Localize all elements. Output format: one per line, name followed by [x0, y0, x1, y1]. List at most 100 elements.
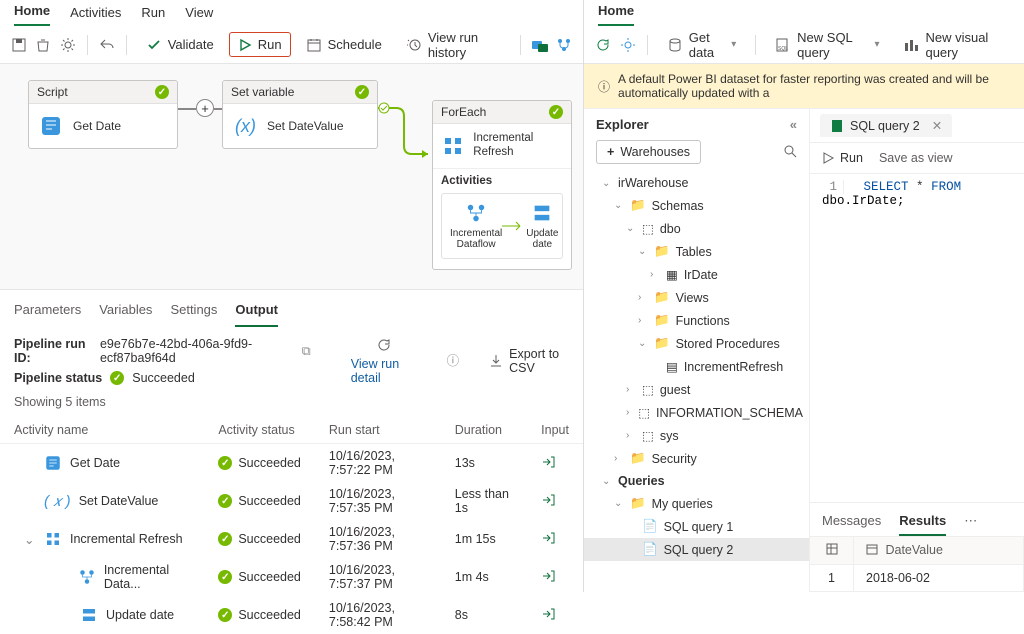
col-run-start[interactable]: Run start: [315, 417, 441, 444]
check-icon: [549, 105, 563, 119]
tab-activities[interactable]: Activities: [70, 1, 121, 26]
close-icon[interactable]: ✕: [932, 118, 942, 133]
left-tabs: Home Activities Run View: [0, 0, 583, 26]
status-label: Pipeline status: [14, 371, 102, 385]
tree-sprocs[interactable]: ⌄📁 Stored Procedures: [584, 332, 809, 355]
tree-views[interactable]: ›📁 Views: [584, 286, 809, 309]
node-setvariable[interactable]: Set variable (x) Set DateValue: [222, 80, 378, 149]
view-run-detail-link[interactable]: View run detail: [351, 357, 417, 385]
tree-functions[interactable]: ›📁 Functions: [584, 309, 809, 332]
undo-icon[interactable]: [98, 34, 116, 56]
node-foreach-body: Incremental Refresh: [473, 132, 563, 160]
tree-irdate[interactable]: ›▦ IrDate: [584, 263, 809, 286]
schedule-button[interactable]: Schedule: [297, 32, 391, 58]
tab-variables[interactable]: Variables: [99, 298, 152, 327]
node-script[interactable]: Script Get Date: [28, 80, 178, 149]
more-icon[interactable]: ⋯: [964, 507, 977, 536]
tree-infoschema[interactable]: ›⬚ INFORMATION_SCHEMA: [584, 401, 809, 424]
refresh-icon[interactable]: [594, 34, 612, 56]
svg-text:SQL: SQL: [778, 46, 788, 52]
status-value: Succeeded: [132, 371, 195, 385]
search-icon[interactable]: [783, 144, 797, 161]
sql-run-button[interactable]: Run: [822, 151, 863, 165]
run-button[interactable]: Run: [229, 32, 291, 57]
node-setvar-title: Set variable: [231, 85, 294, 99]
run-id-value: e9e76b7e-42bd-406a-9fd9-ecf87ba9f64d: [100, 337, 294, 365]
validate-button[interactable]: Validate: [137, 32, 223, 58]
table-row[interactable]: Get DateSucceeded10/16/2023, 7:57:22 PM1…: [0, 444, 583, 483]
tree-warehouse[interactable]: ⌄irWarehouse: [584, 172, 809, 194]
tab-messages[interactable]: Messages: [822, 507, 881, 536]
tree-tables[interactable]: ⌄📁 Tables: [584, 240, 809, 263]
col-duration[interactable]: Duration: [441, 417, 527, 444]
tab-results[interactable]: Results: [899, 507, 946, 536]
branch-icon[interactable]: [555, 34, 573, 56]
save-as-view-link[interactable]: Save as view: [879, 151, 953, 165]
pipeline-canvas[interactable]: Script Get Date + Set variable (x) Set D…: [0, 64, 583, 289]
left-toolbar: Validate Run Schedule View run history: [0, 26, 583, 64]
tab-view[interactable]: View: [185, 1, 213, 26]
history-button[interactable]: View run history: [397, 25, 510, 65]
svg-text:(x): (x): [235, 116, 256, 136]
new-sql-query-button[interactable]: SQL New SQL query ▾: [766, 25, 888, 65]
input-icon[interactable]: [541, 493, 555, 507]
add-connector-icon[interactable]: +: [196, 99, 214, 117]
tab-output[interactable]: Output: [235, 298, 278, 327]
chevron-down-icon: ▾: [874, 39, 879, 50]
sql-tab[interactable]: SQL query 2 ✕: [820, 114, 952, 137]
grid-corner: [810, 537, 854, 565]
tree-queries[interactable]: ⌄Queries: [584, 470, 809, 492]
check-icon: [155, 85, 169, 99]
inner-activity-update[interactable]: Update date: [526, 202, 558, 250]
col-activity-status[interactable]: Activity status: [204, 417, 315, 444]
history-label: View run history: [428, 30, 501, 60]
col-input[interactable]: Input: [527, 417, 583, 444]
explorer-title: Explorer: [596, 117, 649, 132]
table-row[interactable]: Update dateSucceeded10/16/2023, 7:58:42 …: [0, 596, 583, 634]
tree-guest[interactable]: ›⬚ guest: [584, 378, 809, 401]
gear-icon[interactable]: [618, 34, 636, 56]
dataflow-icon: [465, 202, 487, 224]
get-data-button[interactable]: Get data ▾: [658, 25, 746, 65]
table-row[interactable]: Incremental Data...Succeeded10/16/2023, …: [0, 558, 583, 596]
info-icon: ⓘ: [598, 78, 610, 95]
tree-security[interactable]: ›📁 Security: [584, 447, 809, 470]
tree-sql-query-1[interactable]: 📄 SQL query 1: [584, 515, 809, 538]
input-icon[interactable]: [541, 569, 555, 583]
info-icon[interactable]: ⓘ: [447, 350, 460, 369]
collapse-icon[interactable]: «: [790, 117, 797, 132]
node-foreach[interactable]: ForEach Incremental Refresh Activities I…: [432, 100, 572, 270]
tree-dbo[interactable]: ⌄⬚ dbo: [584, 217, 809, 240]
tab-parameters[interactable]: Parameters: [14, 298, 81, 327]
tree-myqueries[interactable]: ⌄📁 My queries: [584, 492, 809, 515]
tree-schemas[interactable]: ⌄📁 Schemas: [584, 194, 809, 217]
col-datevalue[interactable]: DateValue: [854, 537, 1024, 565]
table-row[interactable]: ( 𝑥 )Set DateValueSucceeded10/16/2023, 7…: [0, 482, 583, 520]
refresh-icon[interactable]: [376, 337, 392, 353]
col-activity-name[interactable]: Activity name: [0, 417, 204, 444]
tab-settings[interactable]: Settings: [170, 298, 217, 327]
settings-icon[interactable]: [59, 34, 77, 56]
export-csv-link[interactable]: Export to CSV: [509, 347, 569, 375]
discard-icon[interactable]: [34, 34, 52, 56]
table-row[interactable]: ⌄Incremental RefreshSucceeded10/16/2023,…: [0, 520, 583, 558]
save-icon[interactable]: [10, 34, 28, 56]
tree-incref[interactable]: ▤ IncrementRefresh: [584, 355, 809, 378]
variable-icon[interactable]: [530, 34, 548, 56]
inner-activity-dataflow[interactable]: Incremental Dataflow: [450, 202, 502, 250]
copy-icon[interactable]: ⧉: [302, 344, 311, 359]
input-icon[interactable]: [541, 607, 555, 621]
tree-sql-query-2[interactable]: 📄 SQL query 2: [584, 538, 809, 561]
tab-home[interactable]: Home: [14, 0, 50, 26]
input-icon[interactable]: [541, 531, 555, 545]
table-row[interactable]: 1 2018-06-02: [810, 565, 1024, 592]
run-id-label: Pipeline run ID:: [14, 337, 92, 365]
new-visual-query-button[interactable]: New visual query: [894, 25, 1014, 65]
sql-file-icon: [830, 119, 844, 133]
sql-editor[interactable]: 1 SELECT * FROM dbo.IrDate;: [810, 174, 1024, 502]
tab-run[interactable]: Run: [141, 1, 165, 26]
input-icon[interactable]: [541, 455, 555, 469]
tree-sys[interactable]: ›⬚ sys: [584, 424, 809, 447]
right-tab-home[interactable]: Home: [598, 0, 634, 26]
warehouses-button[interactable]: +Warehouses: [596, 140, 701, 164]
